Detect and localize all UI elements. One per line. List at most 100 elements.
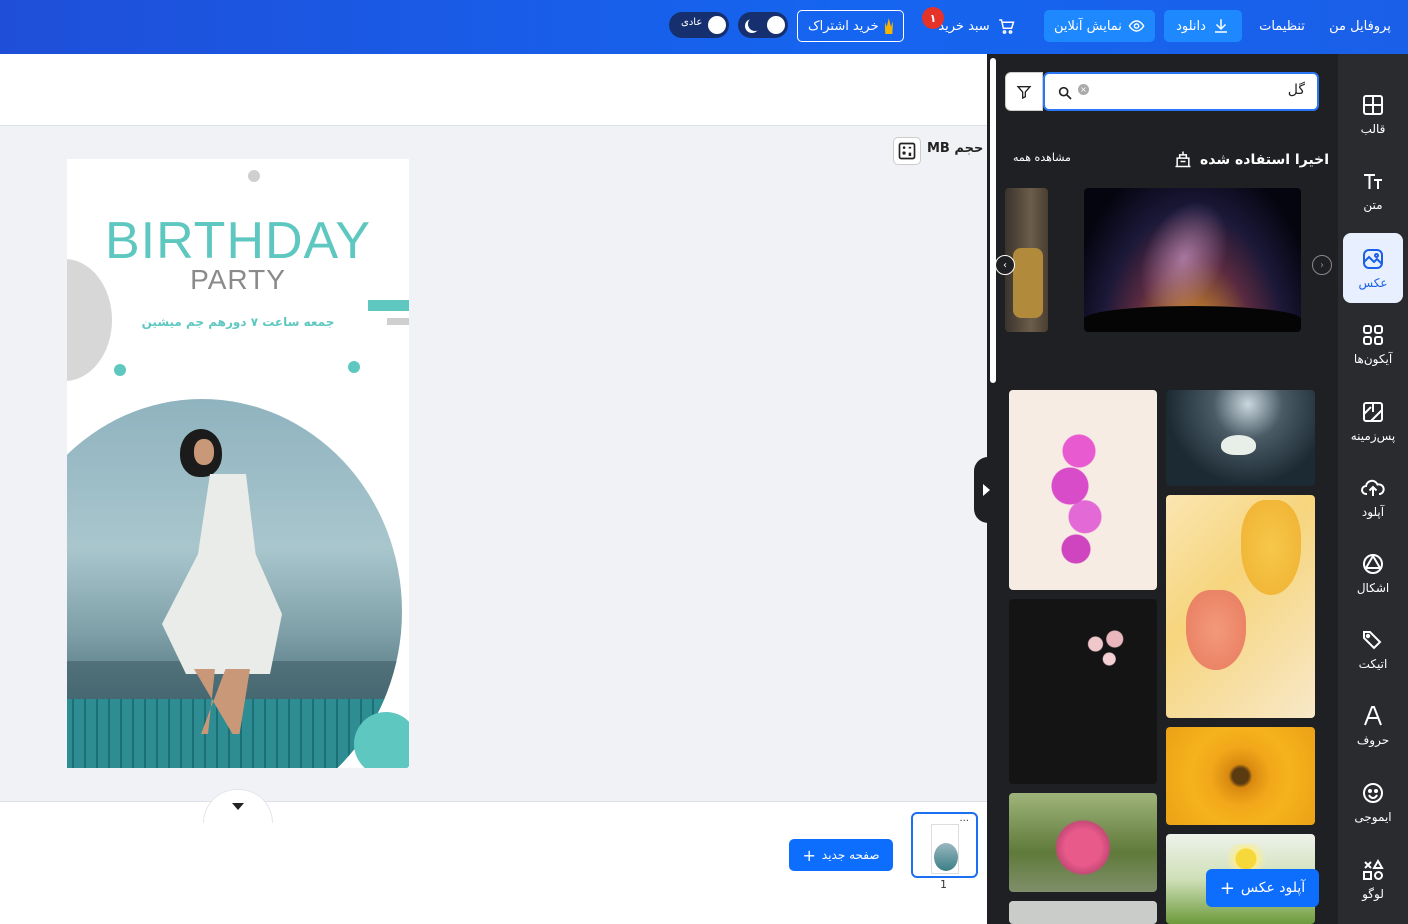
text-icon <box>1364 173 1382 189</box>
cart-icon <box>998 19 1015 34</box>
decor-dot-teal <box>348 361 360 373</box>
upload-cloud-icon <box>1361 479 1385 496</box>
design-canvas[interactable]: BIRTHDAY PARTY جمعه ساعت ۷ دورهم جم میشی… <box>67 159 409 768</box>
lotus-small <box>1221 435 1256 455</box>
nav-item-shapes[interactable]: اشکال <box>1343 538 1403 608</box>
search-input[interactable]: گل × <box>1043 72 1319 111</box>
normal-label: عادی <box>681 17 703 28</box>
clear-icon[interactable]: × <box>1078 84 1089 95</box>
shapes-icon <box>1363 553 1383 574</box>
new-page-button[interactable]: صفحه جدید + <box>789 839 893 871</box>
carousel-next-button[interactable]: › <box>1312 255 1332 275</box>
plus-icon: + <box>1219 877 1235 899</box>
thumb-more-icon: ··· <box>959 816 969 827</box>
nav-item-icons[interactable]: آیکون‌ها <box>1343 309 1403 379</box>
dark-mode-toggle[interactable] <box>738 12 788 38</box>
nav-item-template[interactable]: قالب <box>1343 79 1403 149</box>
nav-label: پس‌زمینه <box>1350 428 1396 443</box>
nav-item-fonts[interactable]: حروف <box>1343 690 1403 760</box>
cart-label: سبد خرید <box>938 18 990 34</box>
decor-dot <box>248 170 260 182</box>
search-value: گل <box>1287 82 1305 98</box>
nav-label: آپلود <box>1361 504 1385 519</box>
nav-label: اتیکت <box>1358 656 1388 671</box>
nav-label: حروف <box>1356 732 1390 747</box>
photo-sunflower[interactable] <box>1166 727 1315 825</box>
background-icon <box>1363 401 1383 422</box>
new-page-label: صفحه جدید <box>821 848 880 862</box>
font-icon <box>1364 705 1382 725</box>
top-bar: پروفایل من تنظیمات دانلود نمایش آنلاین س… <box>0 0 1408 54</box>
settings-link[interactable]: تنظیمات <box>1253 10 1311 42</box>
photo-partial[interactable] <box>1009 901 1157 924</box>
recent-photo-milkyway[interactable] <box>1084 188 1301 332</box>
see-all-link[interactable]: مشاهده همه <box>1013 151 1071 164</box>
chevron-right-small-icon: › <box>1320 259 1324 271</box>
logo-icon <box>1363 858 1384 880</box>
decor-dot-teal <box>114 364 126 376</box>
photo-orchid[interactable] <box>1009 390 1157 590</box>
carousel-prev-button[interactable]: ‹ <box>995 255 1015 275</box>
thumb-photo <box>934 843 958 871</box>
toggle-knob <box>767 16 785 34</box>
eye-icon <box>1128 20 1145 32</box>
nav-item-emoji[interactable]: ایموجی <box>1343 767 1403 837</box>
page-thumbnail[interactable]: ··· <box>911 812 978 878</box>
panel-scrollbar[interactable] <box>990 58 996 383</box>
cart-button[interactable]: سبد خرید ۱ <box>922 7 1024 42</box>
tag-icon <box>1363 630 1382 649</box>
nav-item-logo[interactable]: لوگو <box>1343 844 1403 914</box>
download-button[interactable]: دانلود <box>1164 10 1242 42</box>
page-number: 1 <box>940 878 947 891</box>
recent-title-text: اخیرا استفاده شده <box>1200 152 1330 168</box>
nav-item-upload[interactable]: آپلود <box>1343 462 1403 532</box>
nav-label: لوگو <box>1362 886 1384 901</box>
design-tagline[interactable]: جمعه ساعت ۷ دورهم جم میشین <box>67 315 409 329</box>
online-preview-button[interactable]: نمایش آنلاین <box>1044 10 1155 42</box>
chevron-left-icon: ‹ <box>1003 259 1007 271</box>
photo-figure-dress <box>162 474 282 674</box>
calculator-icon[interactable] <box>893 137 921 165</box>
filter-icon <box>1016 85 1032 99</box>
chevron-down-icon <box>232 803 244 810</box>
normal-mode-toggle[interactable]: عادی <box>669 12 729 38</box>
chair-shape <box>1013 248 1043 318</box>
photo-waterlily[interactable] <box>1009 793 1157 892</box>
layout-icon <box>1363 94 1383 115</box>
search-icon <box>1058 86 1072 100</box>
decor-bar-teal <box>368 300 409 311</box>
profile-link[interactable]: پروفایل من <box>1326 10 1394 42</box>
online-preview-label: نمایش آنلاین <box>1054 18 1122 34</box>
upload-photo-label: آپلود عکس <box>1240 880 1306 896</box>
nav-label: قالب <box>1360 121 1386 136</box>
filter-button[interactable] <box>1005 72 1043 111</box>
subscribe-button[interactable]: خرید اشتراک <box>797 10 904 42</box>
nav-label: آیکون‌ها <box>1353 351 1393 366</box>
upload-photo-button[interactable]: آپلود عکس + <box>1206 869 1319 907</box>
nav-item-background[interactable]: پس‌زمینه <box>1343 386 1403 456</box>
photo-lotus-dark[interactable] <box>1166 390 1315 486</box>
nav-item-sticker[interactable]: اتیکت <box>1343 614 1403 684</box>
workspace-toolbar <box>0 54 987 126</box>
nav-label: اشکال <box>1356 580 1390 595</box>
woman-photo <box>67 399 402 768</box>
nav-item-photo[interactable]: عکس <box>1343 233 1403 303</box>
nav-item-text[interactable]: متن <box>1343 155 1403 225</box>
photo-tulips[interactable] <box>1166 495 1315 718</box>
nav-label: ایموجی <box>1354 809 1392 824</box>
file-size-label: حجم MB <box>927 141 984 156</box>
tulip-orange <box>1186 590 1246 670</box>
horizon <box>1084 306 1301 332</box>
settings-label: تنظیمات <box>1259 18 1305 34</box>
cart-count-badge: ۱ <box>922 7 944 29</box>
recent-section-title: اخیرا استفاده شده <box>1200 152 1329 168</box>
crown-icon <box>884 18 893 34</box>
panel-toggle-button[interactable] <box>974 457 998 523</box>
photo-figure-face <box>194 439 214 465</box>
thumb-preview <box>931 824 959 874</box>
design-subtitle[interactable]: PARTY <box>67 264 409 296</box>
photo-blossom-dark[interactable] <box>1009 599 1157 784</box>
design-title[interactable]: BIRTHDAY <box>67 211 409 271</box>
icons-grid-icon <box>1363 324 1383 345</box>
orchid-flowers <box>1049 430 1109 570</box>
